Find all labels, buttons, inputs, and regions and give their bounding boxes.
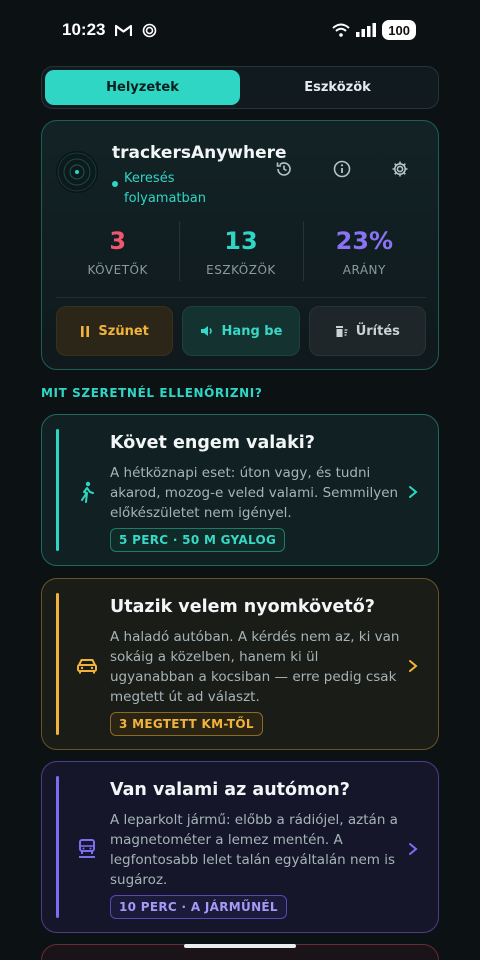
scenario-title: Van valami az autómon? (110, 780, 350, 800)
clear-icon (335, 325, 348, 337)
accent-bar (56, 776, 59, 918)
gmail-icon (115, 24, 133, 37)
battery-indicator: 100 (382, 20, 416, 40)
scenario-badge: 3 MEGTETT KM-TŐL (110, 712, 263, 736)
scenario-title: Követ engem valaki? (110, 433, 315, 453)
settings-button[interactable] (382, 151, 418, 187)
home-indicator[interactable] (184, 944, 296, 948)
clock: 10:23 (62, 20, 106, 39)
chevron-right-icon (409, 843, 418, 855)
wifi-icon (332, 23, 350, 37)
car-icon (74, 653, 100, 679)
scenario-description: A haladó autóban. A kérdés nem az, ki va… (110, 629, 400, 705)
scenario-title: Utazik velem nyomkövető? (110, 597, 375, 617)
clear-button[interactable]: Ürítés (308, 306, 426, 356)
history-icon (276, 162, 291, 176)
walking-person-icon (74, 479, 100, 505)
info-icon (333, 160, 351, 178)
chevron-right-icon (409, 486, 418, 498)
chevron-right-icon (409, 660, 418, 672)
scenario-card-following[interactable]: Követ engem valaki? A hétköznapi eset: ú… (41, 414, 439, 566)
stats-row: 3 KÖVETŐK 13 ESZKÖZÖK 23% ARÁNY (56, 221, 426, 289)
info-button[interactable] (324, 151, 360, 187)
section-title: MIT SZERETNÉL ELLENŐRIZNI? (41, 386, 263, 400)
scenario-card-parked-car[interactable]: Van valami az autómon? A leparkolt jármű… (41, 761, 439, 933)
scenario-badge: 5 PERC · 50 M GYALOG (110, 528, 286, 552)
stat-devices: 13 ESZKÖZÖK (179, 221, 302, 289)
app-name: trackersAnywhere (112, 143, 287, 163)
parked-car-icon (74, 836, 100, 862)
divider (56, 297, 426, 298)
scenario-card-car-tracker[interactable]: Utazik velem nyomkövető? A haladó autóba… (41, 578, 439, 750)
gear-icon (392, 161, 408, 177)
scenario-description: A leparkolt jármű: előbb a rádiójel, azt… (110, 812, 398, 888)
tab-bar: Helyzetek Eszközök (41, 66, 439, 109)
tab-helyzetek[interactable]: Helyzetek (45, 70, 240, 105)
tab-eszkozok[interactable]: Eszközök (240, 70, 435, 105)
speaker-icon (200, 326, 212, 336)
status-dot (112, 181, 118, 187)
scan-state-text: Keresés folyamatban (124, 171, 206, 206)
sound-on-button[interactable]: Hang be (182, 306, 300, 356)
stat-ratio: 23% ARÁNY (302, 221, 426, 289)
scenario-description: A hétköznapi eset: úton vagy, és tudni a… (110, 465, 399, 521)
stat-followers: 3 KÖVETŐK (87, 227, 148, 277)
scan-status-card: trackersAnywhere Keresés folyamatban 3 K… (41, 120, 439, 370)
radar-icon (56, 151, 98, 193)
history-button[interactable] (266, 151, 302, 187)
pause-icon (81, 325, 90, 337)
accent-bar (56, 429, 59, 551)
scenario-badge: 10 PERC · A JÁRMŰNÉL (110, 895, 287, 919)
scan-state: Keresés folyamatban (112, 169, 234, 209)
accent-bar (56, 593, 59, 735)
status-bar: 10:23 100 (0, 0, 480, 60)
signal-icon (356, 23, 377, 37)
pause-button[interactable]: Szünet (56, 306, 174, 356)
action-row: Szünet Hang be Ürítés (56, 306, 426, 356)
sync-icon (142, 23, 157, 38)
